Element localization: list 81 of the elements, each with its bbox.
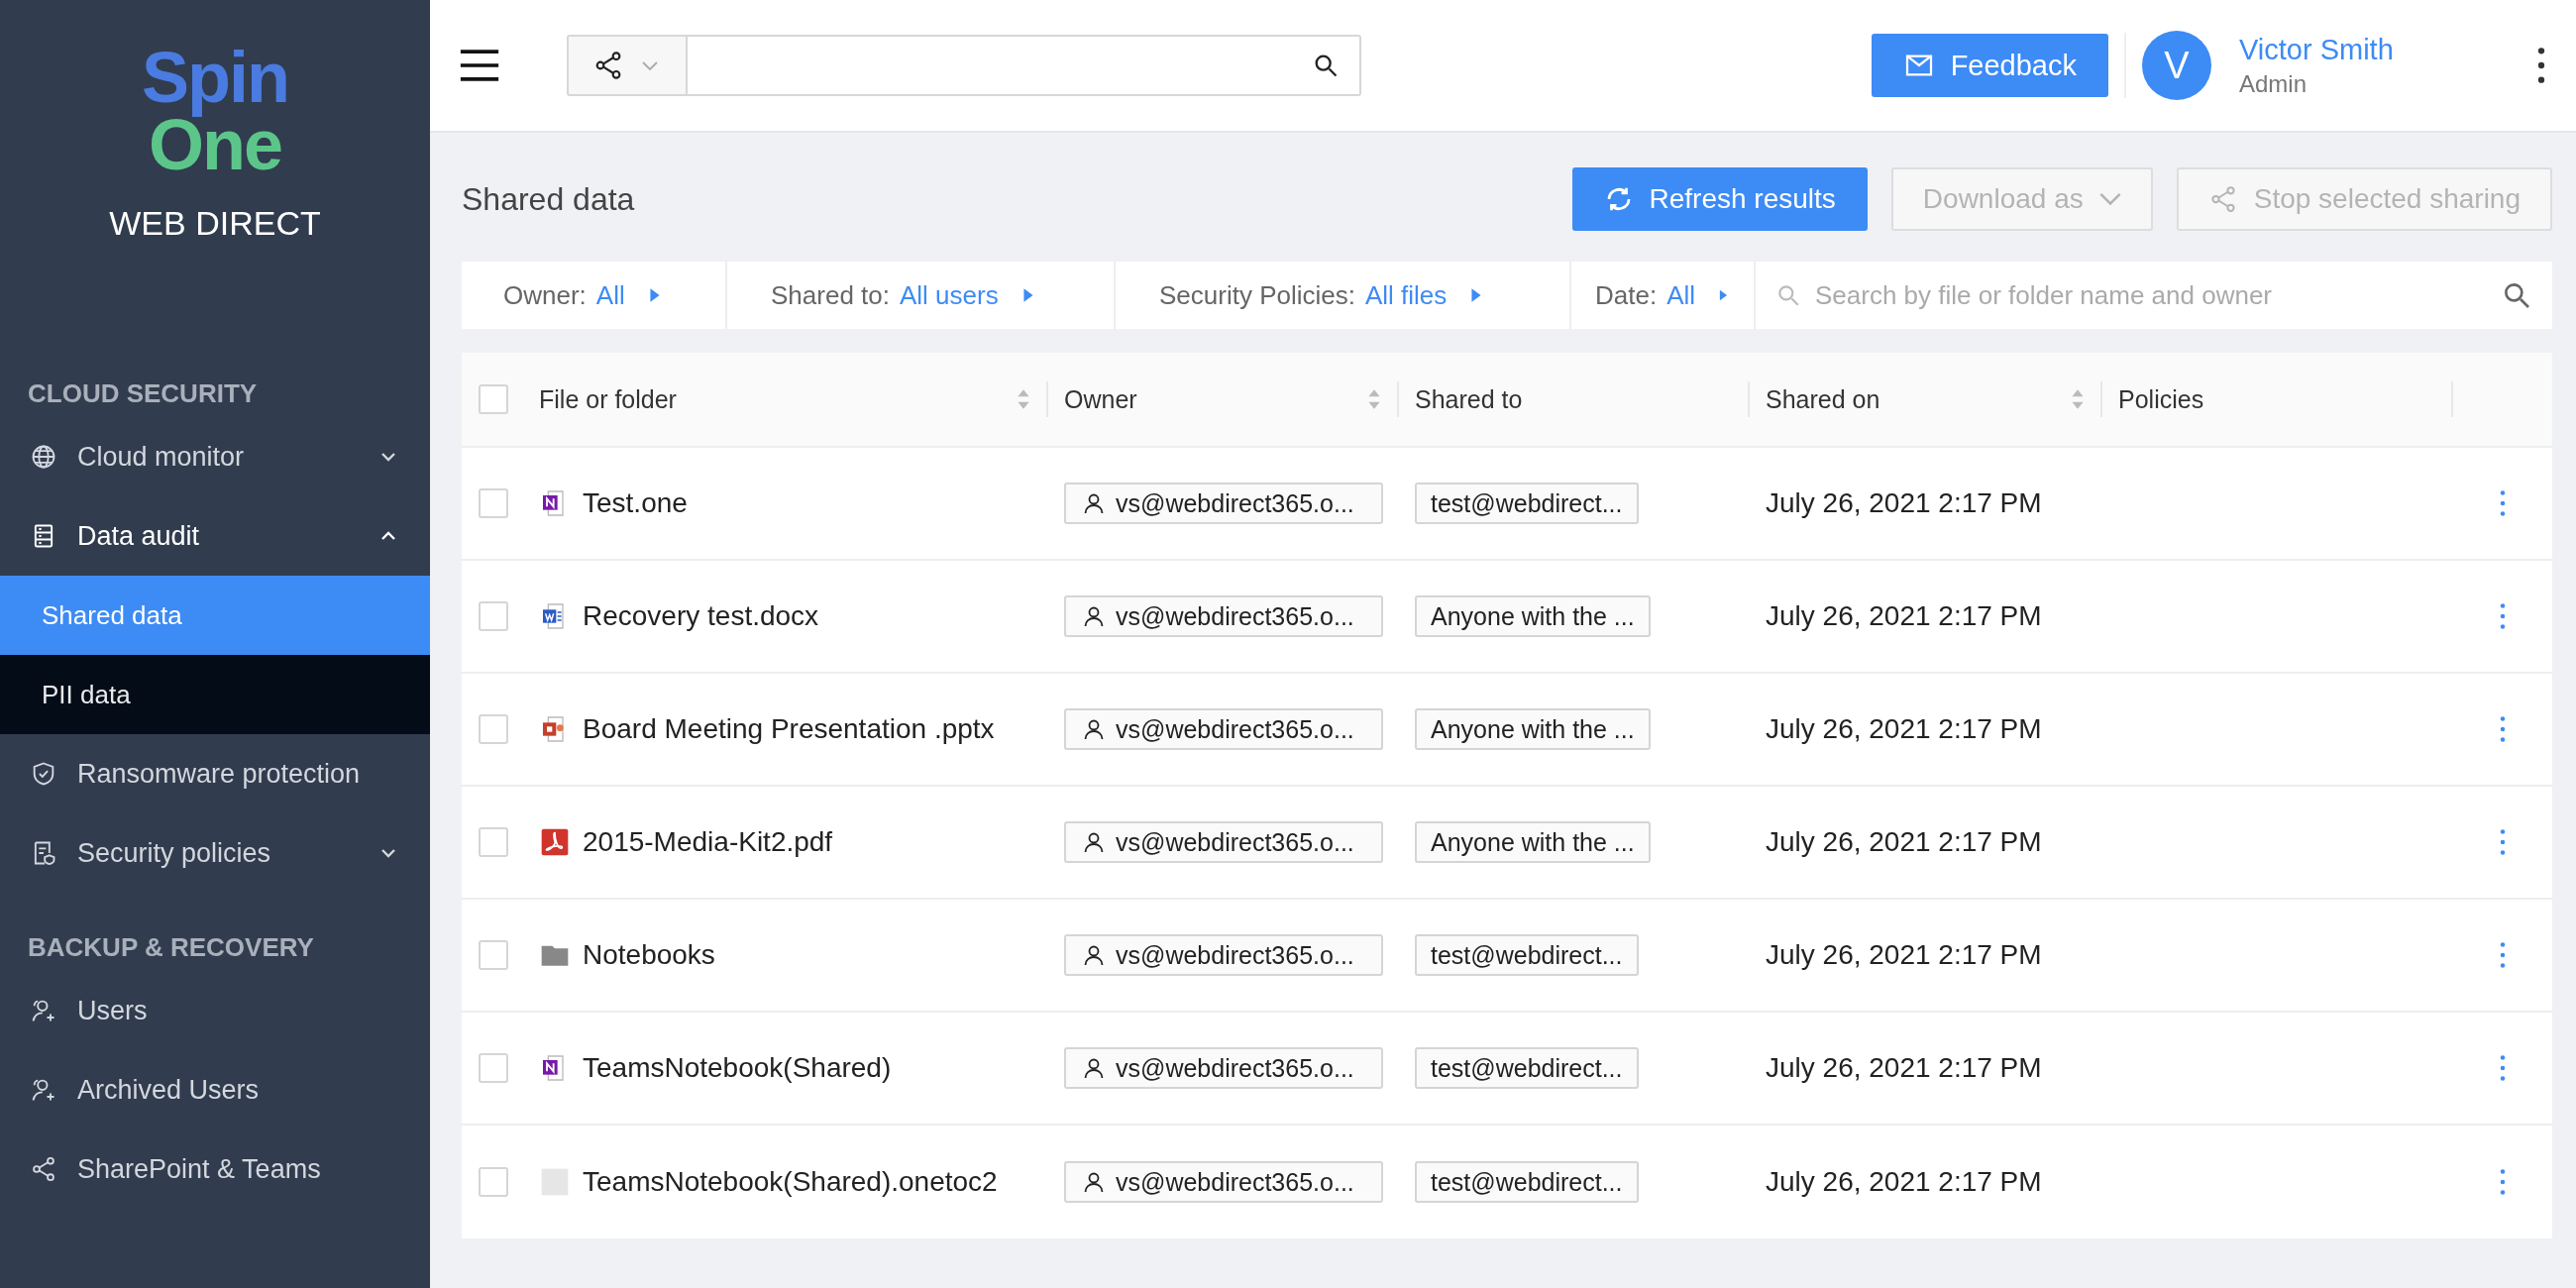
brand-name: WEB DIRECT	[109, 204, 321, 243]
column-header: Shared on	[1766, 384, 1880, 414]
globe-icon	[30, 443, 57, 471]
shared-date: July 26, 2021 2:17 PM	[1766, 1166, 2042, 1198]
file-icon	[539, 1166, 571, 1198]
menu-icon[interactable]	[458, 49, 501, 82]
row-checkbox[interactable]	[479, 488, 508, 518]
file-name[interactable]: Recovery test.docx	[583, 600, 819, 632]
owner-tag: vs@webdirect365.o...	[1064, 708, 1383, 750]
column-header: Shared to	[1415, 384, 1523, 414]
owner-tag: vs@webdirect365.o...	[1064, 595, 1383, 637]
nav-item[interactable]: Security policies	[0, 813, 430, 893]
owner-tag: vs@webdirect365.o...	[1064, 1047, 1383, 1089]
pdf-file-icon	[539, 826, 571, 858]
filter-dropdown[interactable]: Owner: All	[462, 262, 727, 329]
shared-to-tag: test@webdirect...	[1415, 934, 1639, 976]
person-icon	[1082, 491, 1106, 515]
nav-item[interactable]: Ransomware protection	[0, 734, 430, 813]
select-all-checkbox[interactable]	[479, 384, 508, 414]
nav-item[interactable]: Archived Users	[0, 1050, 430, 1129]
shared-date: July 26, 2021 2:17 PM	[1766, 600, 2042, 632]
shared-date: July 26, 2021 2:17 PM	[1766, 826, 2042, 858]
shared-to-tag: Anyone with the ...	[1415, 821, 1651, 863]
file-name[interactable]: TeamsNotebook(Shared)	[583, 1052, 892, 1084]
row-checkbox[interactable]	[479, 940, 508, 970]
nav-subitem[interactable]: PII data	[0, 655, 430, 734]
filter-dropdown[interactable]: Date: All	[1571, 262, 1756, 329]
file-name[interactable]: Test.one	[583, 487, 688, 519]
row-checkbox[interactable]	[479, 827, 508, 857]
filter-dropdown[interactable]: Shared to: All users	[727, 262, 1116, 329]
caret-icon	[648, 287, 661, 303]
person-icon	[1082, 830, 1106, 854]
more-icon[interactable]	[2536, 45, 2546, 86]
shared-to-tag: test@webdirect...	[1415, 1047, 1639, 1089]
owner-tag: vs@webdirect365.o...	[1064, 1161, 1383, 1203]
search-field[interactable]	[688, 35, 1361, 96]
person-icon	[1082, 717, 1106, 741]
file-name[interactable]: Board Meeting Presentation .pptx	[583, 713, 995, 745]
person-icon	[1082, 604, 1106, 628]
shared-to-tag: Anyone with the ...	[1415, 708, 1651, 750]
owner-tag: vs@webdirect365.o...	[1064, 934, 1383, 976]
section-title: BACKUP & RECOVERY	[27, 931, 315, 964]
shared-date: July 26, 2021 2:17 PM	[1766, 939, 2042, 971]
caret-icon	[1719, 287, 1728, 303]
person-icon	[1082, 1170, 1106, 1194]
shared-to-tag: test@webdirect...	[1415, 483, 1639, 524]
shared-date: July 26, 2021 2:17 PM	[1766, 1052, 2042, 1084]
user-role: Admin	[2239, 69, 2308, 98]
sort-icon[interactable]	[2071, 387, 2085, 411]
search-icon	[1775, 282, 1801, 308]
shared-date: July 26, 2021 2:17 PM	[1766, 487, 2042, 519]
filter-dropdown[interactable]: Security Policies: All files	[1116, 262, 1571, 329]
owner-tag: vs@webdirect365.o...	[1064, 821, 1383, 863]
column-header: Policies	[2118, 384, 2204, 414]
section-title: CLOUD SECURITY	[27, 377, 259, 410]
page-title: Shared data	[462, 180, 635, 218]
sort-icon[interactable]	[1017, 387, 1030, 411]
row-checkbox[interactable]	[479, 1167, 508, 1197]
shared-to-tag: Anyone with the ...	[1415, 595, 1651, 637]
column-header: File or folder	[539, 384, 677, 414]
person-icon	[1082, 943, 1106, 967]
caret-icon	[1470, 287, 1483, 303]
person-icon	[1082, 1056, 1106, 1080]
nav-item[interactable]: Cloud monitor	[0, 417, 430, 496]
shared-to-tag: test@webdirect...	[1415, 1161, 1639, 1203]
row-checkbox[interactable]	[479, 601, 508, 631]
row-checkbox[interactable]	[479, 1053, 508, 1083]
file-name[interactable]: TeamsNotebook(Shared).onetoc2	[583, 1166, 998, 1198]
file-name[interactable]: Notebooks	[583, 939, 715, 971]
share-icon	[30, 1155, 57, 1183]
share-dropdown[interactable]	[567, 35, 688, 96]
nav-item[interactable]: SharePoint & Teams	[0, 1129, 430, 1209]
nav-item[interactable]: Users	[0, 971, 430, 1050]
file-name[interactable]: 2015-Media-Kit2.pdf	[583, 826, 833, 858]
sort-icon[interactable]	[1367, 387, 1381, 411]
nav-item[interactable]: Data audit	[0, 496, 430, 576]
column-header: Owner	[1064, 384, 1137, 414]
caret-icon	[1021, 287, 1034, 303]
row-checkbox[interactable]	[479, 714, 508, 744]
shared-date: July 26, 2021 2:17 PM	[1766, 713, 2042, 745]
owner-tag: vs@webdirect365.o...	[1064, 483, 1383, 524]
